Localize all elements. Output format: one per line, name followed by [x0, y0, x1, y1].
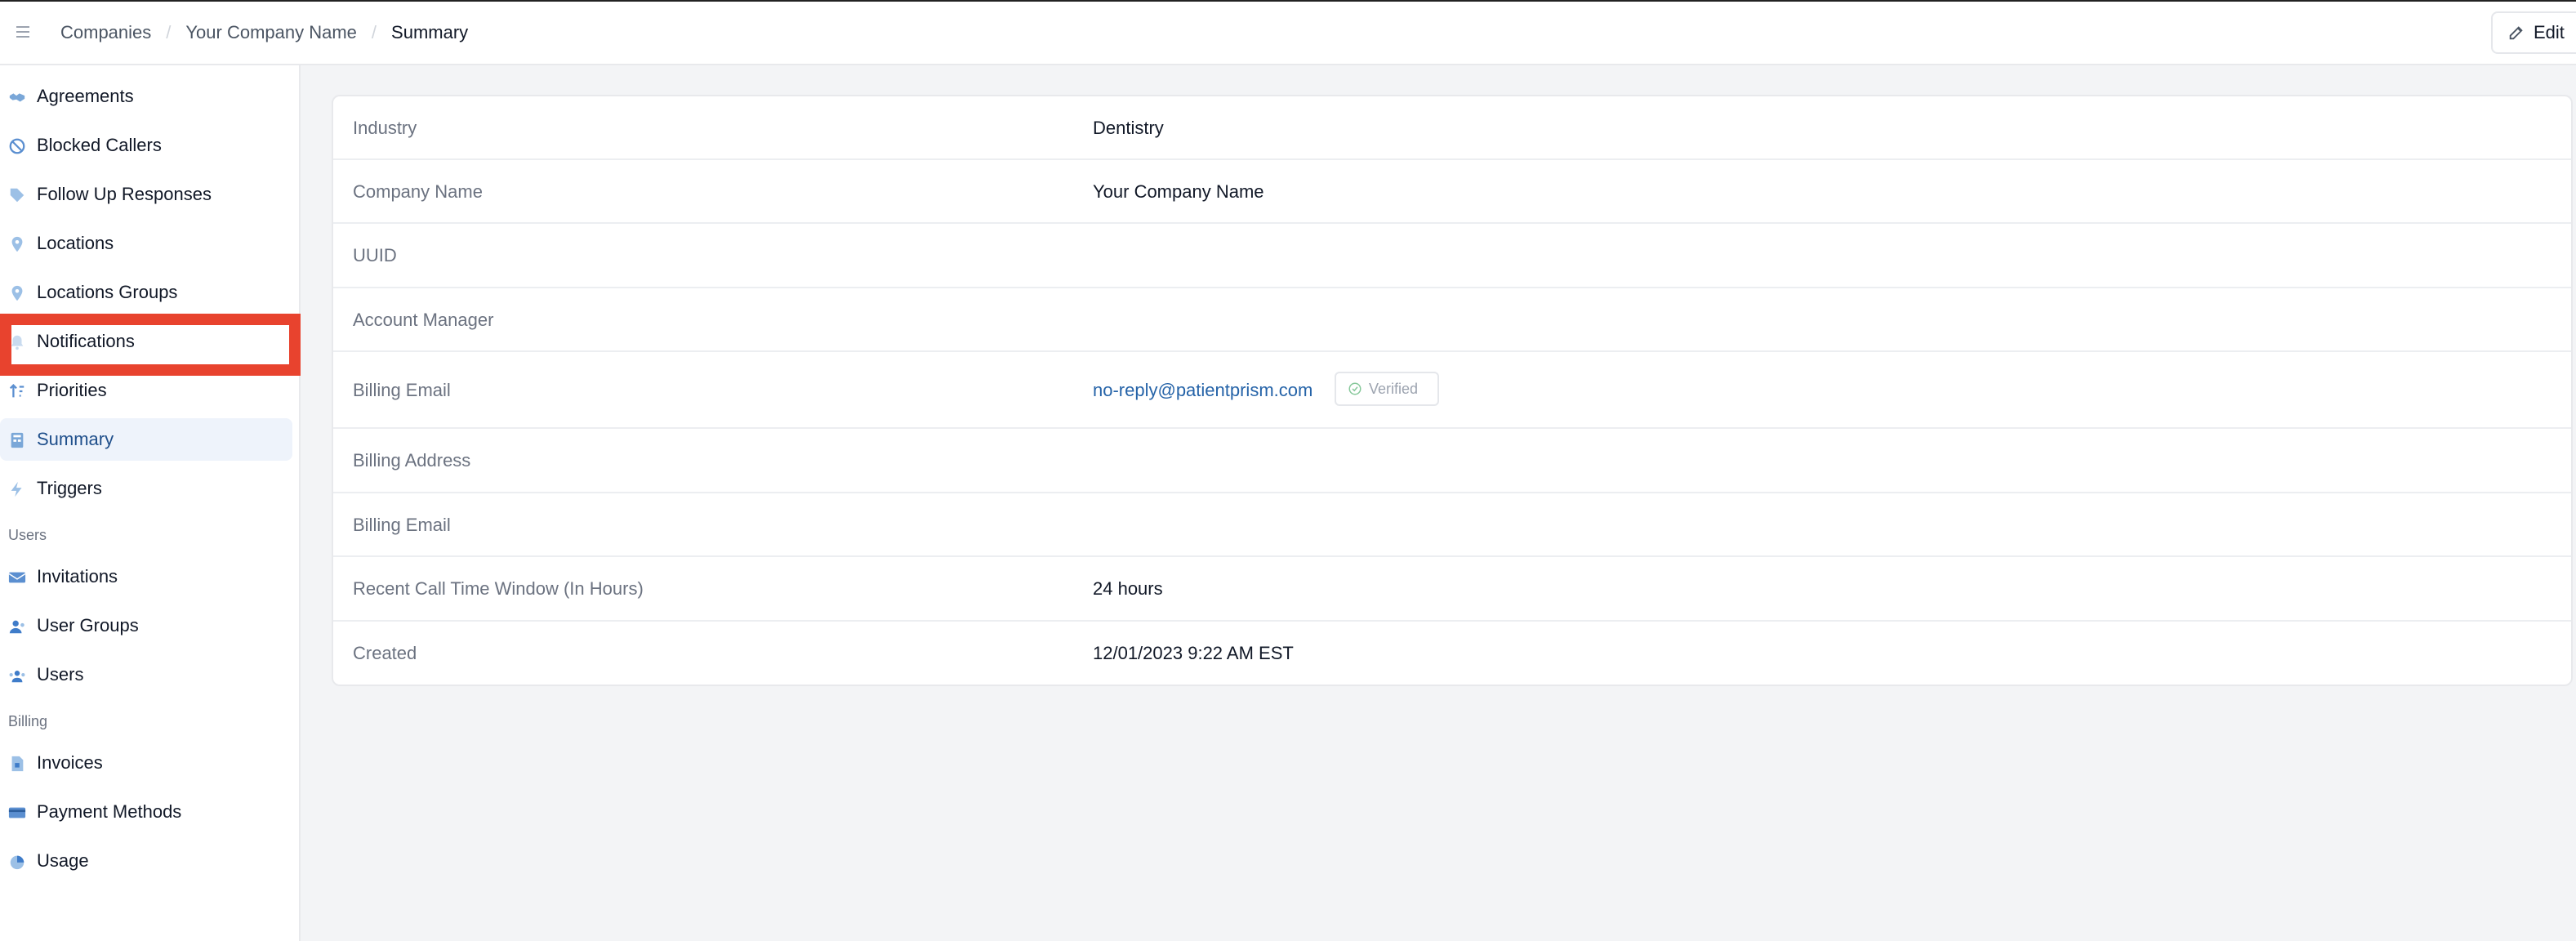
detail-key: Account Manager — [353, 310, 494, 330]
sidebar-item-usage[interactable]: Usage — [0, 840, 292, 882]
breadcrumb: Companies / Your Company Name / Summary — [60, 2, 468, 64]
verified-label: Verified — [1369, 380, 1419, 397]
edit-button[interactable]: Edit — [2491, 11, 2576, 54]
breadcrumb-separator: / — [166, 22, 172, 42]
sidebar-item-label: User Groups — [37, 615, 139, 636]
detail-row-account-manager: Account Manager — [333, 288, 2571, 352]
user-group-icon — [8, 618, 26, 636]
detail-key: Billing Address — [353, 450, 471, 470]
sidebar-item-invitations[interactable]: Invitations — [0, 555, 292, 598]
detail-row-billing-address: Billing Address — [333, 429, 2571, 493]
sidebar-item-follow-up-responses[interactable]: Follow Up Responses — [0, 173, 292, 216]
detail-key: Industry — [353, 118, 417, 138]
credit-card-icon — [8, 804, 26, 822]
detail-value: Your Company Name — [1093, 181, 1264, 202]
sidebar-item-summary[interactable]: Summary — [0, 418, 292, 461]
sidebar-item-label: Summary — [37, 429, 114, 449]
envelope-icon — [8, 569, 26, 586]
sidebar-item-label: Priorities — [37, 380, 107, 400]
billing-email-link[interactable]: no-reply@patientprism.com — [1093, 380, 1313, 401]
sidebar-item-payment-methods[interactable]: Payment Methods — [0, 791, 292, 833]
sort-icon — [8, 382, 26, 400]
sidebar-item-label: Blocked Callers — [37, 135, 162, 155]
breadcrumb-company[interactable]: Your Company Name — [185, 22, 357, 43]
breadcrumb-current: Summary — [391, 22, 469, 42]
users-icon — [8, 667, 26, 685]
sidebar-item-users[interactable]: Users — [0, 653, 292, 696]
sidebar-item-label: Locations Groups — [37, 282, 178, 302]
verified-badge: Verified — [1335, 372, 1439, 406]
detail-key: Billing Email — [353, 380, 451, 400]
detail-row-industry: Industry Dentistry — [333, 96, 2571, 160]
handshake-icon — [8, 88, 26, 106]
detail-row-uuid: UUID — [333, 224, 2571, 288]
top-header: Companies / Your Company Name / Summary … — [0, 0, 2576, 65]
sidebar-item-invoices[interactable]: Invoices — [0, 742, 292, 784]
detail-row-recent-call-window: Recent Call Time Window (In Hours) 24 ho… — [333, 557, 2571, 622]
company-summary-card: Industry Dentistry Company Name Your Com… — [332, 95, 2573, 686]
detail-value: Dentistry — [1093, 118, 1164, 138]
sidebar-item-label: Follow Up Responses — [37, 184, 212, 204]
menu-icon[interactable] — [16, 23, 34, 41]
detail-row-created: Created 12/01/2023 9:22 AM EST — [333, 622, 2571, 685]
sidebar-item-label: Triggers — [37, 478, 102, 498]
detail-key: Company Name — [353, 181, 483, 202]
sidebar-item-blocked-callers[interactable]: Blocked Callers — [0, 124, 292, 167]
sidebar-item-locations[interactable]: Locations — [0, 222, 292, 265]
detail-key: UUID — [353, 245, 397, 265]
check-circle-icon — [1348, 382, 1362, 395]
sidebar-item-label: Invoices — [37, 752, 103, 773]
section-label-billing: Billing — [8, 713, 48, 729]
bell-icon — [8, 333, 26, 351]
sidebar-item-triggers[interactable]: Triggers — [0, 467, 292, 510]
pencil-icon — [2509, 26, 2523, 40]
blocked-icon — [8, 137, 26, 155]
detail-value: 12/01/2023 9:22 AM EST — [1093, 643, 1294, 663]
detail-row-billing-email: Billing Email no-reply@patientprism.com … — [333, 352, 2571, 429]
sidebar-item-label: Invitations — [37, 566, 118, 586]
lightning-icon — [8, 480, 26, 498]
detail-row-company-name: Company Name Your Company Name — [333, 160, 2571, 224]
section-label-users: Users — [8, 527, 47, 543]
detail-value: 24 hours — [1093, 578, 1163, 599]
sidebar-item-label: Usage — [37, 850, 89, 871]
sidebar-item-agreements[interactable]: Agreements — [0, 75, 292, 118]
sidebar: Agreements Blocked Callers Follow Up Res… — [0, 65, 301, 941]
location-pin-icon — [8, 284, 26, 302]
location-pin-icon — [8, 235, 26, 253]
sidebar-item-label: Locations — [37, 233, 114, 253]
document-icon — [8, 755, 26, 773]
tag-icon — [8, 186, 26, 204]
breadcrumb-companies[interactable]: Companies — [60, 22, 151, 43]
sidebar-item-label: Notifications — [37, 331, 135, 351]
sidebar-item-priorities[interactable]: Priorities — [0, 369, 292, 412]
sidebar-item-label: Agreements — [37, 86, 134, 106]
detail-key: Recent Call Time Window (In Hours) — [353, 578, 644, 599]
sidebar-item-label: Payment Methods — [37, 801, 182, 822]
edit-button-label: Edit — [2534, 22, 2565, 42]
sidebar-item-user-groups[interactable]: User Groups — [0, 604, 292, 647]
detail-key: Created — [353, 643, 417, 663]
detail-row-billing-email-2: Billing Email — [333, 493, 2571, 557]
building-icon — [8, 431, 26, 449]
breadcrumb-separator: / — [371, 22, 377, 42]
sidebar-item-notifications[interactable]: Notifications — [0, 320, 292, 363]
detail-key: Billing Email — [353, 515, 451, 535]
sidebar-item-label: Users — [37, 664, 84, 685]
pie-chart-icon — [8, 853, 26, 871]
sidebar-item-locations-groups[interactable]: Locations Groups — [0, 271, 292, 314]
